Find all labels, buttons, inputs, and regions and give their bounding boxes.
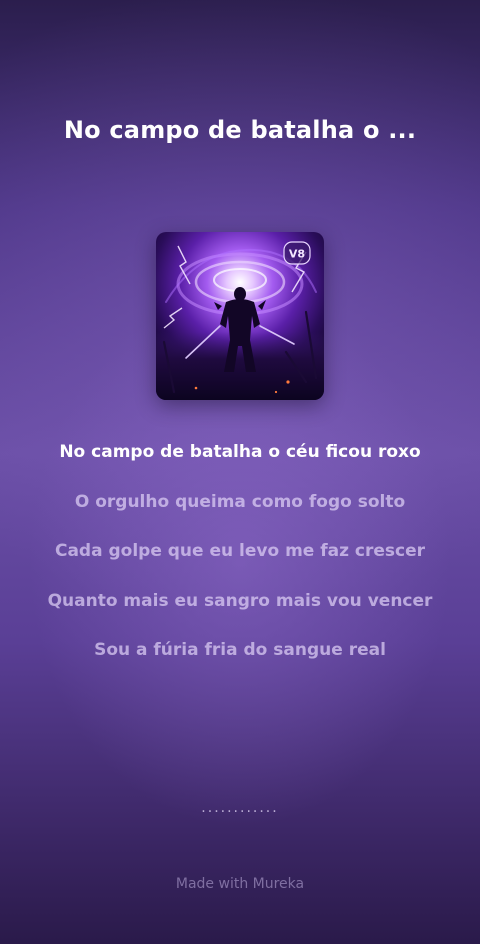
lyric-line-current: No campo de batalha o céu ficou roxo bbox=[59, 442, 421, 462]
song-title: No campo de batalha o ... bbox=[63, 116, 417, 144]
made-with-footer: Made with Mureka bbox=[175, 876, 305, 892]
lyric-line: Quanto mais eu sangro mais vou vencer bbox=[47, 590, 433, 611]
lyrics-player-screen: No campo de batalha o ... V8 No campo de… bbox=[0, 0, 480, 944]
loading-dots: ............ bbox=[201, 800, 279, 816]
lyric-line: O orgulho queima como fogo solto bbox=[74, 491, 406, 512]
lyrics-list: No campo de batalha o céu ficou roxo O o… bbox=[0, 440, 480, 688]
album-cover: V8 bbox=[156, 232, 324, 400]
lyric-line: Sou a fúria fria do sangue real bbox=[94, 640, 386, 660]
lyric-line: Cada golpe que eu levo me faz crescer bbox=[54, 541, 426, 561]
cover-badge: V8 bbox=[289, 248, 305, 261]
warrior-storm-cover-image: V8 bbox=[156, 232, 324, 400]
